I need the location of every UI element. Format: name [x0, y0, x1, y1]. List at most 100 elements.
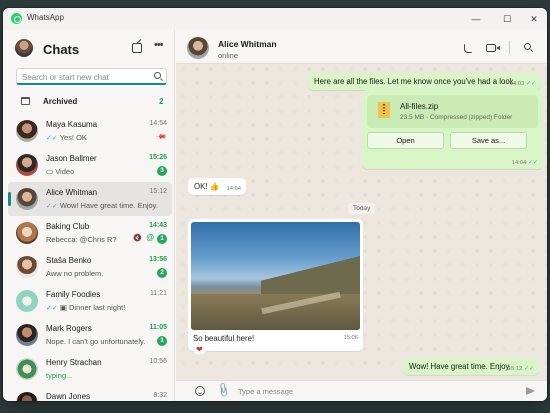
- zip-file-icon: [378, 102, 390, 118]
- avatar: [16, 392, 38, 401]
- unread-badge: 1: [157, 336, 167, 346]
- incoming-message[interactable]: OK! 👍 14:04: [188, 178, 246, 195]
- attach-icon[interactable]: 📎: [215, 382, 232, 398]
- whatsapp-window: WhatsApp — ☐ ✕ Chats ••• Archived 2 Maya…: [3, 8, 547, 401]
- heart-reaction-icon[interactable]: ❤: [193, 345, 206, 354]
- message-text: Here are all the files. Let me know once…: [314, 77, 516, 86]
- chat-preview: Nope. I can't go unfortunately.: [46, 337, 146, 346]
- video-call-icon[interactable]: [486, 44, 496, 52]
- search-input[interactable]: [22, 71, 147, 83]
- chat-preview: ✓✓ ▣ Dinner last night!: [46, 303, 126, 312]
- mention-icon: @: [146, 233, 154, 242]
- mute-icon: 🔇: [133, 235, 142, 242]
- chat-item-maya-kasuma[interactable]: Maya Kasuma 14:54 ✓✓ Yes! OK 📌: [8, 114, 172, 148]
- open-file-button[interactable]: Open: [367, 132, 444, 149]
- chat-preview: ▭ Video: [46, 167, 75, 176]
- chat-name: Alice Whitman: [46, 188, 98, 197]
- message-text: OK! 👍: [194, 182, 220, 191]
- avatar: [16, 120, 38, 142]
- chats-heading: Chats: [43, 42, 80, 57]
- read-receipt-icon: ✓✓: [46, 203, 58, 210]
- message-input[interactable]: [238, 385, 508, 398]
- chat-time: 8:32: [153, 392, 167, 399]
- chat-list-sidebar: Chats ••• Archived 2 Maya Kasuma 14:54 ✓…: [3, 30, 175, 401]
- title-bar: WhatsApp — ☐ ✕: [3, 8, 547, 30]
- message-meta: 14:03 ✓✓: [509, 81, 536, 87]
- chat-preview: typing...: [46, 371, 73, 380]
- chat-item-dawn-jones[interactable]: Dawn Jones 8:32: [8, 386, 172, 401]
- file-info: 23.5 MB · Compressed (zipped) Folder: [400, 114, 513, 121]
- message-composer: 📎: [176, 380, 547, 401]
- avatar: [16, 290, 38, 312]
- chat-time: 15:26: [149, 154, 167, 161]
- photo-caption: So beautiful here!: [193, 334, 255, 343]
- maximize-button[interactable]: ☐: [496, 11, 518, 27]
- more-options-icon[interactable]: •••: [154, 39, 164, 51]
- chat-preview: ✓✓ Yes! OK: [46, 133, 87, 142]
- archived-row[interactable]: Archived 2: [3, 92, 175, 112]
- chat-time: 10:56: [149, 358, 167, 365]
- archived-label: Archived: [43, 97, 78, 106]
- chat-item-jason-ballmer[interactable]: Jason Ballmer 15:26 ▭ Video 3: [8, 148, 172, 182]
- chat-time: 11:21: [150, 290, 167, 297]
- chat-name: Henry Strachan: [46, 358, 102, 367]
- chat-name: Staša Benko: [46, 256, 92, 265]
- contact-avatar[interactable]: [187, 37, 209, 59]
- chat-name: Dawn Jones: [46, 392, 91, 401]
- send-icon[interactable]: [526, 387, 535, 395]
- file-message: All-files.zip 23.5 MB · Compressed (zipp…: [362, 90, 543, 169]
- search-messages-icon[interactable]: [524, 43, 531, 50]
- app-title: WhatsApp: [27, 13, 64, 22]
- avatar: [16, 324, 38, 346]
- my-profile-avatar[interactable]: [15, 39, 33, 57]
- voice-call-icon[interactable]: [464, 44, 472, 53]
- unread-badge: 3: [157, 166, 167, 176]
- save-as-button[interactable]: Save as...: [450, 132, 527, 149]
- unread-badge: 2: [157, 268, 167, 278]
- minimize-button[interactable]: —: [465, 11, 487, 27]
- chat-item-stasa-benko[interactable]: Staša Benko 13:56 Aww no problem. 2: [8, 250, 172, 284]
- chat-name: Baking Club: [46, 222, 90, 231]
- avatar: [16, 154, 38, 176]
- read-receipt-icon: ✓✓: [523, 366, 534, 372]
- avatar: [16, 222, 38, 244]
- unread-badge: 1: [157, 234, 167, 244]
- message-time: 15:06: [343, 335, 358, 341]
- chat-name: Jason Ballmer: [46, 154, 97, 163]
- chat-preview: Rebecca: @Chris R?: [46, 235, 117, 244]
- chat-item-baking-club[interactable]: Baking Club 14:43 Rebecca: @Chris R? 🔇 @…: [8, 216, 172, 250]
- whatsapp-logo-icon: [11, 13, 22, 24]
- incoming-photo-message: So beautiful here! 15:06 ❤: [188, 219, 363, 354]
- photo-icon: ▣: [59, 303, 67, 312]
- chat-time: 13:56: [149, 256, 167, 263]
- search-box: [16, 68, 167, 85]
- chat-item-alice-whitman[interactable]: Alice Whitman 15:12 ✓✓ Wow! Have great t…: [8, 182, 172, 216]
- outgoing-message[interactable]: Here are all the files. Let me know once…: [308, 73, 541, 90]
- video-icon: ▭: [46, 167, 54, 176]
- emoji-icon[interactable]: [195, 386, 205, 396]
- new-chat-icon[interactable]: [132, 43, 142, 53]
- chat-name: Mark Rogers: [46, 324, 92, 333]
- chat-time: 15:12: [149, 188, 167, 195]
- read-receipt-icon: ✓✓: [46, 135, 58, 142]
- chat-item-mark-rogers[interactable]: Mark Rogers 11:05 Nope. I can't go unfor…: [8, 318, 172, 352]
- chat-preview: Aww no problem.: [46, 269, 104, 278]
- conversation-pane: Alice Whitman online Here are all the fi…: [176, 30, 547, 401]
- file-attachment[interactable]: All-files.zip 23.5 MB · Compressed (zipp…: [367, 95, 538, 128]
- outgoing-message[interactable]: Wow! Have great time. Enjoy. 15:12 ✓✓: [403, 358, 539, 375]
- chat-item-family-foodies[interactable]: Family Foodies 11:21 ✓✓ ▣ Dinner last ni…: [8, 284, 172, 318]
- avatar: [16, 358, 38, 380]
- pin-icon: 📌: [155, 131, 167, 143]
- close-button[interactable]: ✕: [523, 11, 545, 27]
- message-text: Wow! Have great time. Enjoy.: [409, 362, 511, 371]
- chat-item-henry-strachan[interactable]: Henry Strachan 10:56 typing...: [8, 352, 172, 386]
- shared-photo[interactable]: [191, 222, 360, 330]
- read-receipt-icon: ✓✓: [527, 160, 538, 166]
- archive-icon: [21, 97, 30, 105]
- chat-time: 14:43: [149, 222, 167, 229]
- message-time: 14:04: [226, 186, 241, 192]
- contact-name[interactable]: Alice Whitman: [218, 39, 277, 49]
- chat-preview: ✓✓ Wow! Have great time. Enjoy.: [46, 201, 158, 210]
- chat-time: 14:54: [149, 120, 167, 127]
- search-icon[interactable]: [154, 72, 161, 79]
